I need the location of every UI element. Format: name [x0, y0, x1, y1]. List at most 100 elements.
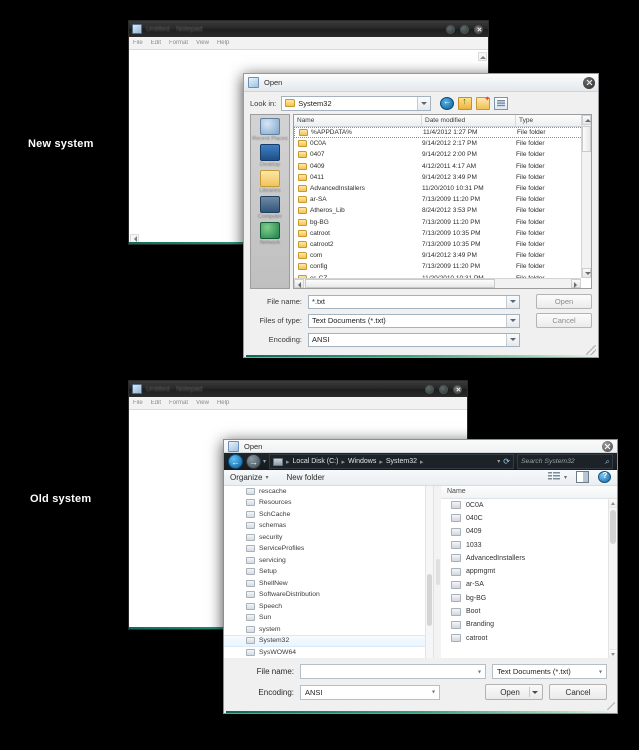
table-row[interactable]: %APPDATA% 11/4/2012 1:27 PM File folder [294, 127, 591, 139]
chevron-down-icon[interactable] [506, 295, 519, 308]
column-header-name[interactable]: Name [447, 488, 466, 495]
menu-help[interactable]: Help [217, 400, 229, 406]
table-row[interactable]: 0411 9/14/2012 3:49 PM File folder [294, 172, 591, 183]
dialog-titlebar[interactable]: Open [244, 74, 598, 92]
tree-item[interactable]: Setup [224, 566, 433, 578]
menu-view[interactable]: View [196, 40, 209, 46]
files-of-type-combo[interactable]: Text Documents (*.txt) [308, 313, 520, 328]
tree-item[interactable]: SoftwareDistribution [224, 589, 433, 601]
dialog-close-button[interactable] [602, 440, 613, 452]
breadcrumb-item-2[interactable]: System32 [386, 458, 417, 465]
chevron-down-icon[interactable]: ▾ [432, 689, 435, 696]
list-item[interactable]: appmgmt [441, 565, 617, 578]
open-dialog-new[interactable]: Open Look in: System32 Recent Places [243, 73, 599, 358]
place-network[interactable]: Network [251, 222, 289, 246]
scrollbar-thumb[interactable] [610, 509, 616, 544]
tree-item[interactable]: Speech [224, 601, 433, 613]
open-button[interactable]: Open [536, 294, 592, 309]
file-list[interactable]: Name 0C0A 040C 0409 1033 AdvancedInstallers a… [441, 485, 617, 658]
tree-item[interactable]: system [224, 624, 433, 636]
chevron-down-icon[interactable]: ▾ [599, 668, 602, 675]
minimize-button[interactable] [446, 24, 455, 34]
tree-item[interactable]: ServiceProfiles [224, 543, 433, 555]
list-item[interactable]: ar-SA [441, 578, 617, 591]
create-new-folder-icon[interactable] [476, 95, 491, 110]
encoding-combo[interactable]: ANSI [308, 332, 520, 347]
search-input[interactable]: Search System32 ⌕ [517, 454, 613, 470]
minimize-button[interactable] [425, 384, 434, 394]
notepad-titlebar[interactable]: Untitled - Notepad [129, 381, 467, 397]
cancel-button[interactable]: Cancel [549, 684, 607, 700]
tree-item[interactable]: System32 [224, 635, 433, 647]
column-header-date-modified[interactable]: Date modified [422, 115, 516, 126]
scroll-up-arrow-icon[interactable] [478, 52, 487, 61]
open-button[interactable]: Open [485, 684, 543, 700]
vertical-scrollbar[interactable] [581, 115, 591, 278]
tree-item[interactable]: Sun [224, 612, 433, 624]
preview-pane-icon[interactable] [576, 471, 589, 484]
chevron-down-icon[interactable] [417, 96, 431, 110]
list-item[interactable]: 040C [441, 512, 617, 525]
chevron-down-icon[interactable] [506, 333, 519, 346]
dialog-close-button[interactable] [583, 76, 595, 89]
splitter-grip[interactable] [435, 558, 440, 585]
help-icon[interactable] [598, 471, 611, 484]
back-icon[interactable] [440, 96, 455, 110]
scroll-down-arrow-icon[interactable] [582, 268, 591, 278]
menu-edit[interactable]: Edit [151, 40, 161, 46]
pane-splitter[interactable] [434, 485, 441, 658]
scrollbar-thumb[interactable] [305, 279, 495, 288]
breadcrumb-item-1[interactable]: Windows [348, 458, 376, 465]
scrollbar-thumb[interactable] [427, 573, 432, 626]
chevron-down-icon[interactable] [506, 314, 519, 327]
table-row[interactable]: catroot 7/13/2009 10:35 PM File folder [294, 228, 591, 239]
open-dialog-old[interactable]: Open ← → ▾ ▸ Local Disk (C:) ▸ Windows ▸… [223, 439, 618, 714]
new-folder-button[interactable]: New folder [286, 473, 324, 482]
table-row[interactable]: AdvancedInstallers 11/20/2010 10:31 PM Fil… [294, 183, 591, 194]
tree-item[interactable]: schemas [224, 520, 433, 532]
scroll-right-arrow-icon[interactable] [571, 279, 581, 288]
menu-file[interactable]: File [133, 400, 143, 406]
table-row[interactable]: ar-SA 7/13/2009 11:20 PM File folder [294, 194, 591, 205]
up-one-level-icon[interactable] [458, 96, 473, 110]
list-item[interactable]: 1033 [441, 538, 617, 551]
menu-edit[interactable]: Edit [151, 400, 161, 406]
tree-item[interactable]: security [224, 532, 433, 544]
tree-scrollbar[interactable] [425, 485, 433, 658]
refresh-icon[interactable]: ⟳ [503, 457, 510, 466]
scroll-up-arrow-icon[interactable] [609, 498, 617, 508]
place-desktop[interactable]: Desktop [251, 144, 289, 168]
list-item[interactable]: Branding [441, 618, 617, 631]
file-name-input[interactable]: *.txt [308, 294, 520, 309]
recent-pages-chevron-icon[interactable]: ▾ [263, 458, 266, 465]
place-libraries[interactable]: Libraries [251, 170, 289, 194]
forward-icon[interactable]: → [246, 454, 261, 470]
scroll-down-arrow-icon[interactable] [609, 649, 617, 658]
column-header-name[interactable]: Name [294, 115, 422, 126]
list-item[interactable]: AdvancedInstallers [441, 552, 617, 565]
table-row[interactable]: 0409 4/12/2011 4:17 AM File folder [294, 161, 591, 172]
organize-button[interactable]: Organize ▾ [230, 473, 268, 482]
tree-item[interactable]: Resources [224, 497, 433, 509]
place-recent-places[interactable]: Recent Places [251, 118, 289, 142]
table-row[interactable]: 0C0A 9/14/2012 2:17 PM File folder [294, 138, 591, 149]
place-computer[interactable]: Computer [251, 196, 289, 220]
chevron-down-icon[interactable]: ▾ [564, 474, 567, 481]
navigation-tree[interactable]: rescache Resources SchCache schemas security… [224, 485, 434, 658]
menu-format[interactable]: Format [169, 400, 188, 406]
close-button[interactable] [453, 384, 462, 394]
dialog-titlebar[interactable]: Open [224, 440, 617, 454]
list-item[interactable]: 0C0A [441, 499, 617, 512]
breadcrumb-dropdown-icon[interactable]: ▾ [497, 458, 500, 465]
menu-help[interactable]: Help [217, 40, 229, 46]
scroll-left-arrow-icon[interactable] [294, 279, 304, 288]
menu-view[interactable]: View [196, 400, 209, 406]
file-name-input[interactable]: ▾ [300, 664, 486, 679]
resize-grip[interactable] [607, 702, 615, 710]
notepad-titlebar[interactable]: Untitled - Notepad [129, 21, 488, 37]
encoding-combo[interactable]: ANSI ▾ [300, 684, 440, 700]
column-header-type[interactable]: Type [516, 115, 591, 126]
table-row[interactable]: Atheros_Lib 8/24/2012 3:53 PM File folder [294, 205, 591, 216]
list-item[interactable]: Boot [441, 605, 617, 618]
list-item[interactable]: catroot [441, 631, 617, 644]
